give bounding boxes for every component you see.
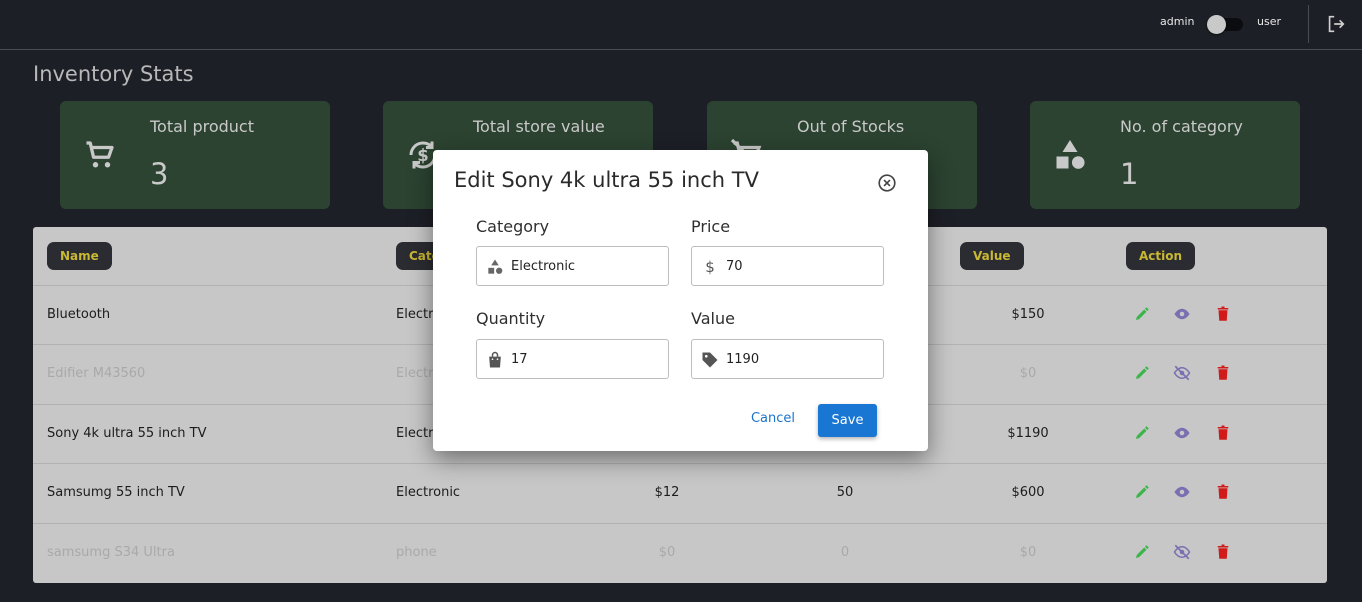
edit-icon[interactable] (1133, 424, 1151, 442)
category-label: Category (476, 217, 550, 236)
category-shapes-icon (1056, 140, 1085, 169)
product-value: $600 (1011, 485, 1045, 500)
product-quantity: 0 (840, 545, 850, 560)
quantity-label: Quantity (476, 309, 546, 328)
cart-icon (86, 141, 114, 168)
product-value: $150 (1011, 307, 1045, 322)
delete-icon[interactable] (1214, 305, 1232, 323)
product-value: $0 (1019, 366, 1037, 381)
table-row: samsumg S34 Ultra phone $0 0 $0 (33, 523, 1327, 583)
price-value: 70 (726, 259, 743, 274)
price-tag-icon (702, 352, 718, 368)
delete-icon[interactable] (1214, 424, 1232, 442)
product-quantity: 50 (836, 485, 854, 500)
svg-text:$: $ (705, 258, 715, 276)
dollar-icon: $ (705, 258, 715, 276)
stat-card-categories: No. of category 1 (1030, 101, 1300, 209)
shopping-bag-icon (489, 351, 501, 368)
divider (1308, 5, 1309, 43)
header-name[interactable]: Name (47, 242, 112, 270)
visibility-off-icon[interactable] (1173, 543, 1191, 561)
header-value[interactable]: Value (960, 242, 1024, 270)
value-value: 1190 (726, 352, 760, 367)
visibility-off-icon[interactable] (1173, 364, 1191, 382)
value-field[interactable]: 1190 (691, 339, 884, 379)
header-action: Action (1126, 242, 1196, 270)
product-name: Bluetooth (47, 307, 111, 322)
product-price: $12 (654, 485, 680, 500)
value-label: Value (691, 309, 735, 328)
product-category: phone (396, 545, 437, 560)
product-value: $1190 (1007, 426, 1049, 441)
quantity-value: 17 (511, 352, 528, 367)
edit-product-dialog: Edit Sony 4k ultra 55 inch TV Category E… (433, 150, 928, 451)
close-icon[interactable] (876, 172, 898, 194)
visibility-icon[interactable] (1173, 424, 1191, 442)
page-title: Inventory Stats (33, 62, 194, 86)
role-label-user: user (1257, 15, 1281, 28)
price-field[interactable]: $ 70 (691, 246, 884, 286)
visibility-icon[interactable] (1173, 305, 1191, 323)
visibility-icon[interactable] (1173, 483, 1191, 501)
role-label-admin: admin (1160, 15, 1195, 28)
product-price: $0 (658, 545, 676, 560)
category-shapes-icon (488, 259, 503, 274)
category-field[interactable]: Electronic (476, 246, 669, 286)
stat-value: 3 (150, 157, 169, 191)
category-value: Electronic (511, 259, 576, 274)
delete-icon[interactable] (1214, 543, 1232, 561)
product-name: samsumg S34 Ultra (47, 545, 175, 560)
quantity-field[interactable]: 17 (476, 339, 669, 379)
svg-text:$: $ (417, 146, 428, 165)
stat-label: Total store value (473, 117, 605, 136)
edit-icon[interactable] (1133, 483, 1151, 501)
price-label: Price (691, 217, 731, 236)
delete-icon[interactable] (1214, 483, 1232, 501)
edit-icon[interactable] (1133, 364, 1151, 382)
top-bar: admin user (0, 0, 1362, 50)
cancel-button[interactable]: Cancel (740, 404, 806, 434)
product-name: Edifier M43560 (47, 366, 146, 381)
save-button[interactable]: Save (818, 404, 877, 437)
product-name: Samsumg 55 inch TV (47, 485, 185, 500)
stat-label: No. of category (1120, 117, 1243, 136)
edit-icon[interactable] (1133, 305, 1151, 323)
role-toggle-knob[interactable] (1207, 15, 1226, 34)
stat-label: Out of Stocks (797, 117, 905, 136)
delete-icon[interactable] (1214, 364, 1232, 382)
table-row: Samsumg 55 inch TV Electronic $12 50 $600 (33, 463, 1327, 523)
stat-card-total-product: Total product 3 (60, 101, 330, 209)
product-value: $0 (1019, 545, 1037, 560)
stat-value: 1 (1120, 157, 1139, 191)
logout-icon[interactable] (1325, 13, 1347, 35)
edit-icon[interactable] (1133, 543, 1151, 561)
stat-label: Total product (150, 117, 254, 136)
product-name: Sony 4k ultra 55 inch TV (47, 426, 207, 441)
product-category: Electronic (396, 485, 461, 500)
role-toggle[interactable] (1207, 15, 1243, 34)
dialog-title: Edit Sony 4k ultra 55 inch TV (454, 168, 759, 192)
